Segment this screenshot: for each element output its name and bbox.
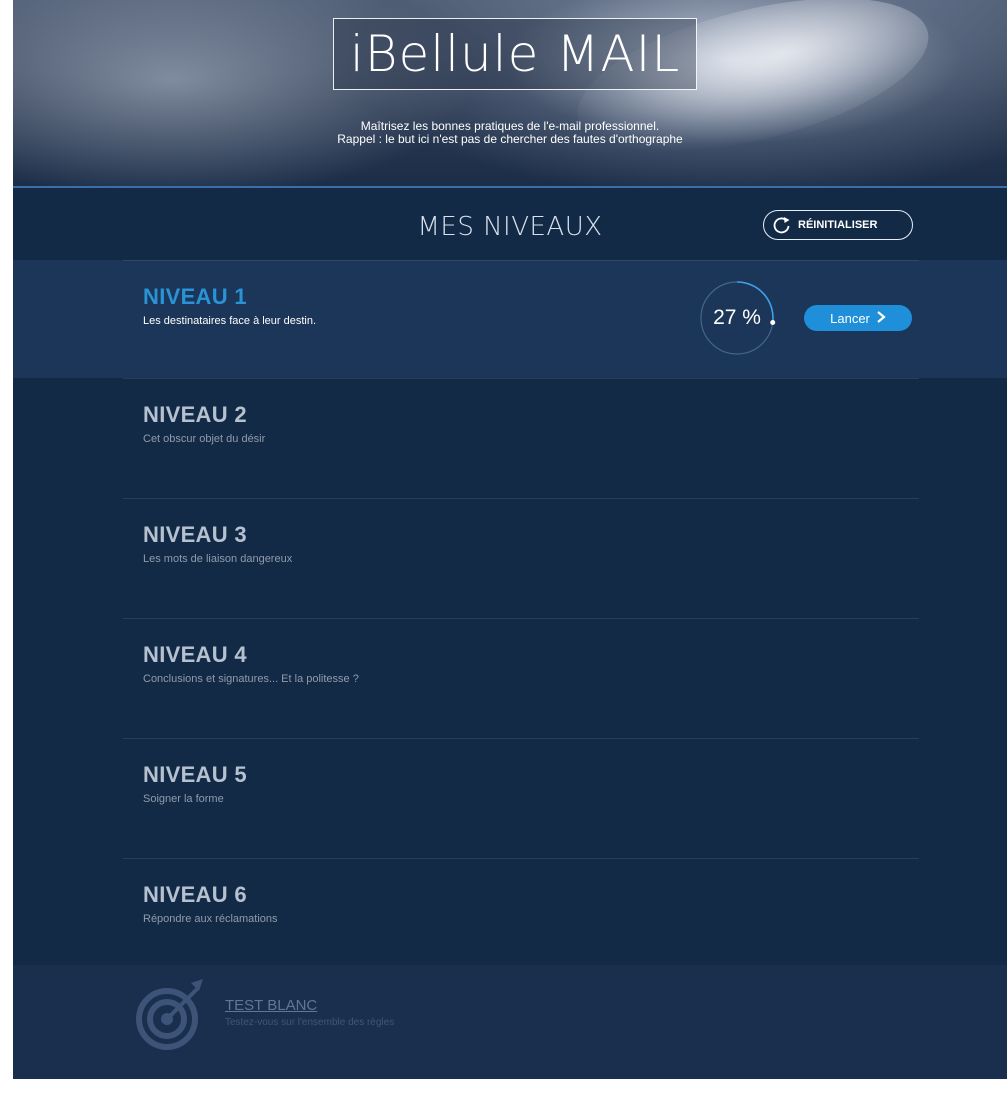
logo: iBellule MAIL xyxy=(333,18,697,90)
target-icon xyxy=(131,975,211,1055)
logo-text: iBellule MAIL xyxy=(349,25,681,83)
level-title: NIVEAU 6 xyxy=(143,882,247,907)
chevron-right-icon xyxy=(876,310,886,326)
divider xyxy=(123,378,919,379)
level-row-5[interactable]: NIVEAU 5 Soigner la forme xyxy=(13,738,1007,856)
level-description: Soigner la forme xyxy=(143,793,224,805)
divider xyxy=(123,738,919,739)
test-blanc-description: Testez-vous sur l'ensemble des règles xyxy=(225,1017,395,1028)
level-title: NIVEAU 2 xyxy=(143,402,247,427)
launch-button-label: Lancer xyxy=(830,310,870,326)
level-description: Les destinataires face à leur destin. xyxy=(143,315,317,327)
level-description: Cet obscur objet du désir xyxy=(143,433,266,445)
divider xyxy=(123,260,919,261)
level-title: NIVEAU 4 xyxy=(143,642,247,667)
reset-button-label: RÉINITIALISER xyxy=(798,219,878,231)
level-title: NIVEAU 3 xyxy=(143,522,247,547)
reset-icon xyxy=(772,215,792,235)
level-title: NIVEAU 5 xyxy=(143,762,247,787)
divider xyxy=(123,498,919,499)
test-blanc-link[interactable]: TEST BLANC xyxy=(225,997,317,1014)
level-row-6[interactable]: NIVEAU 6 Répondre aux réclamations xyxy=(13,858,1007,976)
level-row-3[interactable]: NIVEAU 3 Les mots de liaison dangereux xyxy=(13,498,1007,616)
footer-test-section: TEST BLANC Testez-vous sur l'ensemble de… xyxy=(13,965,1007,1079)
reset-button[interactable]: RÉINITIALISER xyxy=(763,210,913,240)
divider xyxy=(123,618,919,619)
level-row-2[interactable]: NIVEAU 2 Cet obscur objet du désir xyxy=(13,378,1007,496)
progress-value: 27 % xyxy=(713,306,761,329)
launch-button[interactable]: Lancer xyxy=(804,305,912,331)
level-row-1[interactable]: NIVEAU 1 Les destinataires face à leur d… xyxy=(13,260,1007,378)
tagline-reminder: Rappel : le but ici n'est pas de cherche… xyxy=(337,132,683,146)
progress-ring: 27 % xyxy=(698,279,776,357)
level-description: Répondre aux réclamations xyxy=(143,913,278,925)
level-description: Conclusions et signatures... Et la polit… xyxy=(143,673,359,685)
header-banner: iBellule MAIL Maîtrisez les bonnes prati… xyxy=(13,0,1007,188)
level-description: Les mots de liaison dangereux xyxy=(143,553,293,565)
app-container: iBellule MAIL Maîtrisez les bonnes prati… xyxy=(13,0,1007,1079)
level-title: NIVEAU 1 xyxy=(143,284,247,309)
divider xyxy=(123,858,919,859)
level-row-4[interactable]: NIVEAU 4 Conclusions et signatures... Et… xyxy=(13,618,1007,736)
